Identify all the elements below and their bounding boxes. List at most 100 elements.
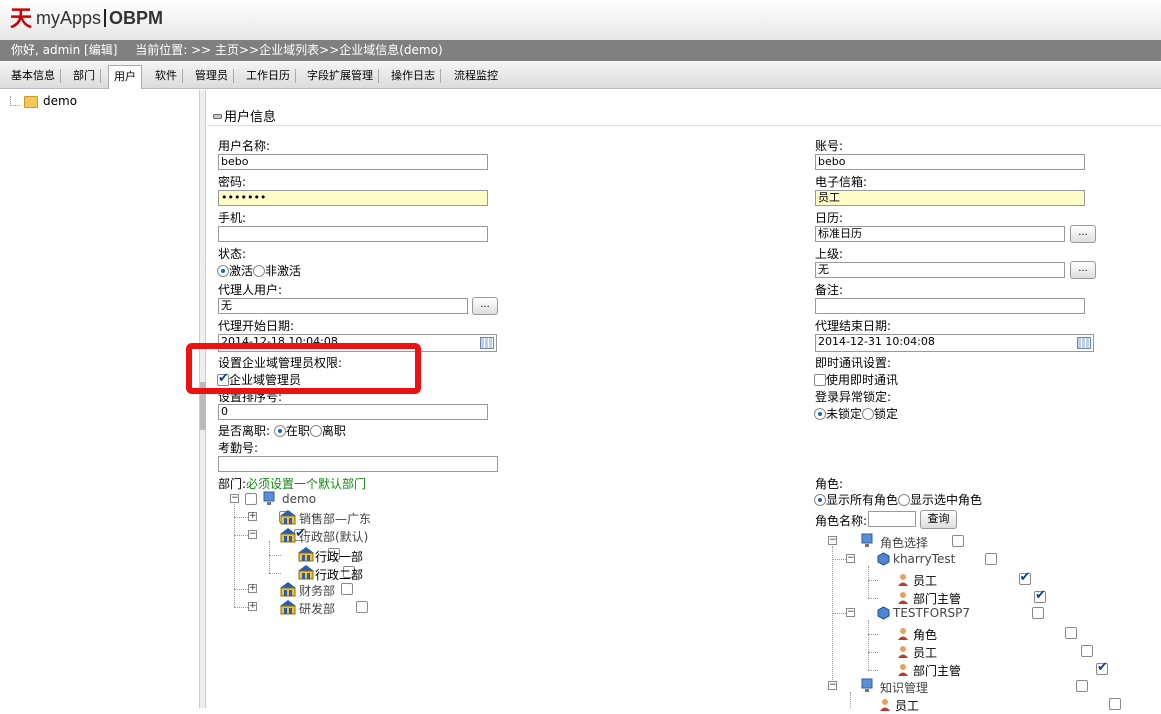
app-logo: myApps OBPM (36, 8, 163, 29)
dept-root-checkbox[interactable] (245, 493, 257, 505)
dept-tree-root[interactable]: demo (282, 492, 316, 506)
role-app-name[interactable]: kharryTest (893, 552, 955, 566)
network-icon (861, 678, 873, 692)
dept-item[interactable]: 销售部—广东 (299, 510, 371, 527)
calendar-select-button[interactable]: ... (1070, 225, 1096, 243)
tab-process-monitor[interactable]: 流程监控 (449, 69, 503, 83)
building-icon (280, 600, 296, 615)
role-item[interactable]: 员工 (913, 644, 937, 661)
tab-field-extension[interactable]: 字段扩展管理 (302, 69, 379, 83)
dept-item[interactable]: 行政部(默认) (299, 528, 368, 545)
role-group-name[interactable]: 知识管理 (880, 679, 928, 696)
tab-operation-log[interactable]: 操作日志 (386, 69, 441, 83)
superior-select-button[interactable]: ... (1070, 261, 1096, 279)
tab-work-calendar[interactable]: 工作日历 (241, 69, 296, 83)
tree-collapse-icon[interactable]: − (846, 554, 855, 563)
tree-expand-icon[interactable]: + (248, 512, 257, 521)
dept-item[interactable]: 行政一部 (315, 548, 363, 565)
role-item[interactable]: 员工 (895, 697, 919, 714)
role-item[interactable]: 角色 (913, 626, 937, 643)
role-checkbox[interactable] (1034, 588, 1046, 603)
tab-departments[interactable]: 部门 (68, 69, 101, 83)
product-name: OBPM (109, 8, 164, 28)
username-input[interactable]: bebo (218, 154, 488, 170)
tab-software[interactable]: 软件 (150, 69, 183, 83)
account-label: 账号: (815, 139, 844, 153)
role-checkbox[interactable] (1065, 627, 1077, 639)
user-greeting[interactable]: 你好, admin [编辑] (11, 43, 117, 57)
role-checkbox[interactable] (1096, 660, 1108, 675)
role-app-checkbox[interactable] (1031, 607, 1044, 619)
role-item[interactable]: 部门主管 (913, 590, 961, 607)
im-checkbox[interactable] (814, 374, 826, 386)
dept-checkbox[interactable] (356, 601, 368, 613)
calendar-icon[interactable] (1077, 337, 1091, 349)
role-checkbox[interactable] (1109, 698, 1121, 710)
role-group-checkbox[interactable] (1075, 680, 1088, 692)
account-input[interactable]: bebo (815, 154, 1085, 170)
tree-collapse-icon[interactable]: − (846, 608, 855, 617)
tree-collapse-icon[interactable]: − (828, 681, 837, 690)
sidebar-tree-root[interactable]: demo (43, 94, 77, 108)
resigned-off-radio[interactable] (309, 425, 322, 437)
breadcrumb[interactable]: 当前位置: >> 主页>>企业域列表>>企业域信息(demo) (135, 43, 442, 57)
calendar-icon[interactable] (480, 337, 494, 349)
email-input[interactable]: 员工 (815, 190, 1085, 206)
dept-item[interactable]: 财务部 (299, 582, 335, 599)
attendance-label: 考勤号: (218, 441, 259, 455)
role-item[interactable]: 员工 (913, 572, 937, 589)
dept-label: 部门: (218, 477, 247, 491)
resigned-row: 是否离职: 在职 离职 (218, 422, 346, 439)
collapse-icon[interactable] (213, 114, 222, 119)
lock-on-radio[interactable] (862, 408, 875, 420)
status-inactive-radio[interactable] (253, 265, 266, 277)
role-show-all-radio[interactable] (814, 494, 826, 506)
role-checkbox[interactable] (1080, 645, 1093, 657)
tree-collapse-icon[interactable]: − (828, 536, 837, 545)
tab-admins[interactable]: 管理员 (190, 69, 234, 83)
proxy-user-input[interactable]: 无 (218, 298, 468, 314)
tab-basic-info[interactable]: 基本信息 (6, 69, 61, 83)
proxy-start-label: 代理开始日期: (218, 319, 295, 333)
proxy-user-select-button[interactable]: ... (472, 297, 498, 315)
lock-label: 登录异常锁定: (815, 390, 892, 404)
dept-item[interactable]: 研发部 (299, 600, 335, 617)
tree-expand-icon[interactable]: + (248, 602, 257, 611)
tree-collapse-icon[interactable]: − (230, 494, 239, 503)
dept-checkbox[interactable] (340, 583, 353, 595)
folder-icon (24, 95, 38, 108)
status-active-radio[interactable] (217, 265, 229, 277)
role-name-input[interactable] (868, 511, 916, 527)
logo-text: myApps (36, 8, 102, 28)
superior-input[interactable]: 无 (815, 262, 1065, 278)
tab-users[interactable]: 用户 (108, 65, 142, 89)
sort-input[interactable]: 0 (218, 404, 488, 420)
status-radio-group: 激活 非激活 (217, 262, 301, 279)
tab-bar: 基本信息 部门 用户 软件 管理员 工作日历 字段扩展管理 操作日志 流程监控 (0, 62, 1161, 89)
tree-collapse-icon[interactable]: − (248, 530, 257, 539)
resigned-label: 是否离职: (218, 424, 271, 438)
im-checkbox-label: 使用即时通讯 (826, 373, 899, 387)
phone-input[interactable] (218, 226, 488, 242)
role-checkbox[interactable] (1018, 570, 1031, 585)
proxy-end-input[interactable]: 2014-12-31 10:04:08 (815, 334, 1094, 352)
role-app-name[interactable]: TESTFORSP7 (893, 606, 970, 620)
resigned-on-radio[interactable] (273, 425, 286, 437)
role-item[interactable]: 部门主管 (913, 662, 961, 679)
dept-item[interactable]: 行政二部 (315, 566, 363, 583)
role-root-checkbox[interactable] (951, 535, 964, 547)
role-app-checkbox[interactable] (985, 553, 997, 565)
role-query-button[interactable]: 查询 (920, 510, 957, 529)
calendar-input[interactable]: 标准日历 (815, 226, 1065, 242)
lock-radio-group: 未锁定 锁定 (814, 405, 898, 422)
remark-input[interactable] (815, 298, 1085, 314)
role-show-selected-radio[interactable] (898, 494, 911, 506)
password-input[interactable]: ••••••• (218, 190, 488, 206)
tree-expand-icon[interactable]: + (248, 584, 257, 593)
lock-off-radio[interactable] (814, 408, 826, 420)
building-icon (280, 582, 296, 597)
calendar-label: 日历: (815, 211, 844, 225)
role-tree-root[interactable]: 角色选择 (880, 534, 928, 551)
attendance-input[interactable] (218, 456, 498, 472)
logo-icon: 天 (10, 6, 33, 32)
